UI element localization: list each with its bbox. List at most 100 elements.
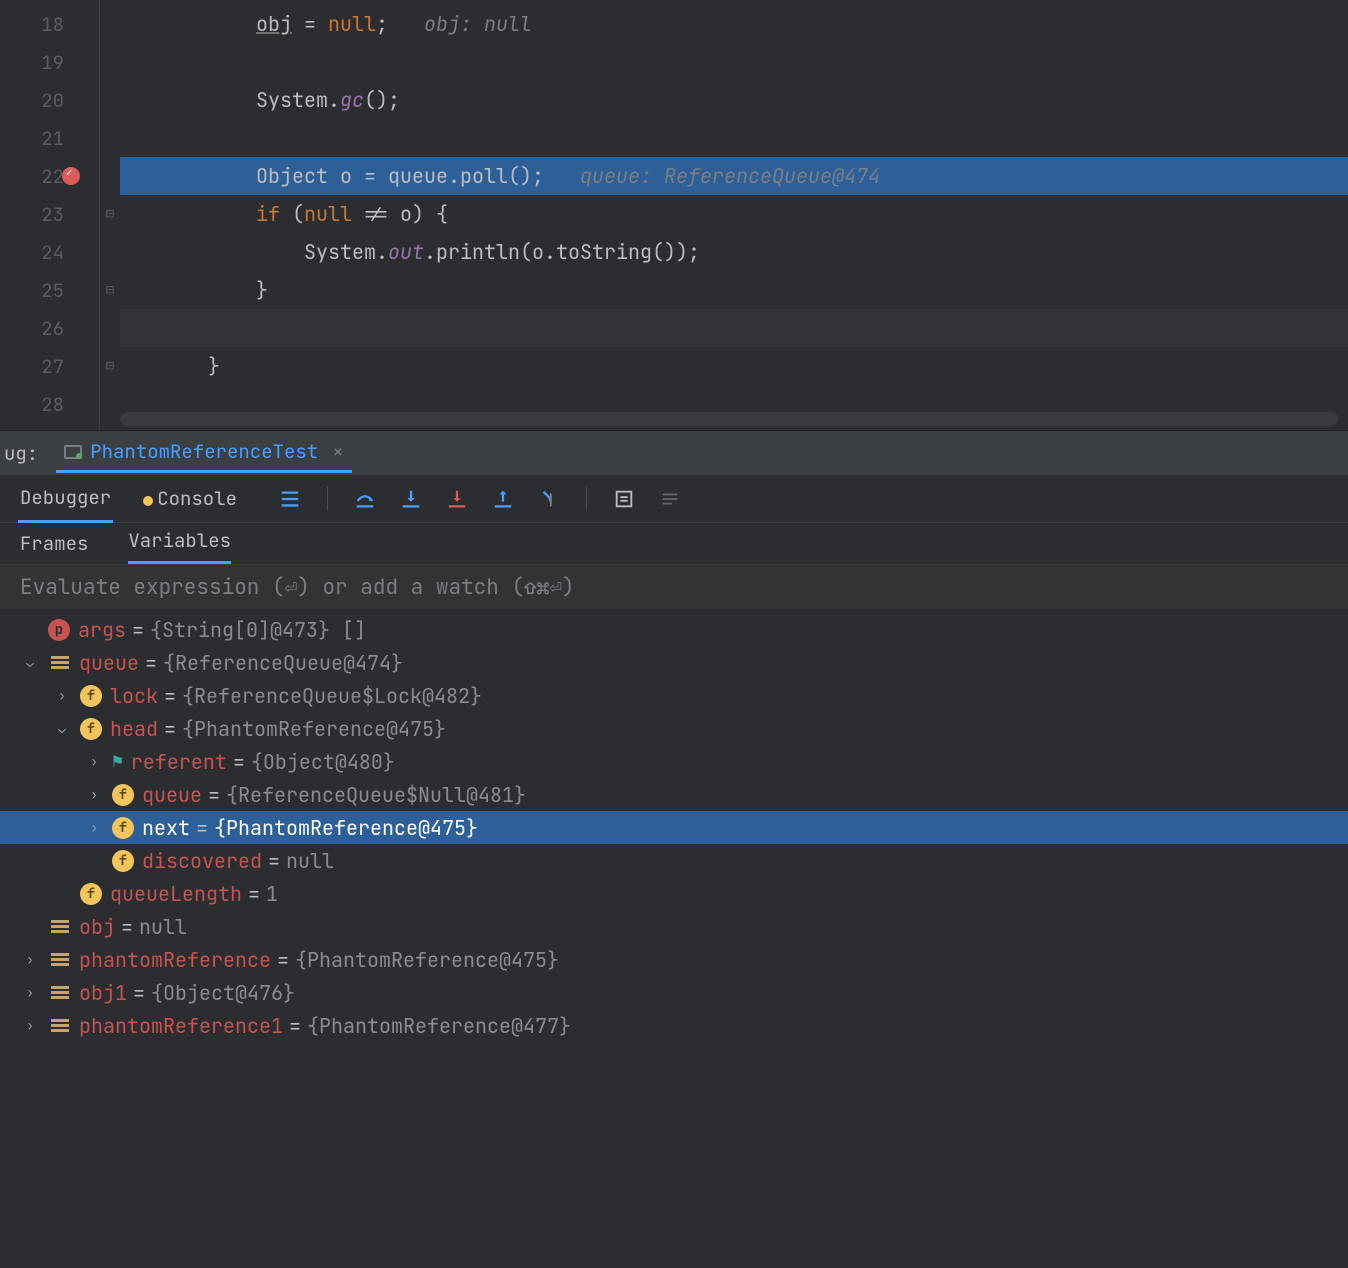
- variable-row[interactable]: ›phantomReference = {PhantomReference@47…: [0, 943, 1348, 976]
- variable-row[interactable]: ›⚑referent = {Object@480}: [0, 745, 1348, 778]
- chevron-right-icon[interactable]: ›: [20, 951, 40, 968]
- variable-name: lock: [110, 683, 158, 709]
- chevron-down-icon[interactable]: ⌄: [20, 654, 40, 671]
- code-line[interactable]: [120, 119, 1348, 157]
- threads-icon[interactable]: [275, 484, 305, 514]
- field-icon: f: [80, 685, 102, 707]
- tab-console[interactable]: Console: [141, 476, 239, 521]
- chevron-right-icon[interactable]: ›: [20, 984, 40, 1001]
- variable-name: phantomReference: [79, 947, 271, 973]
- chevron-right-icon[interactable]: ›: [84, 753, 104, 770]
- chevron-right-icon[interactable]: ›: [52, 687, 72, 704]
- variable-row[interactable]: ›flock = {ReferenceQueue$Lock@482}: [0, 679, 1348, 712]
- code-line[interactable]: Object o = queue.poll(); queue: Referenc…: [120, 157, 1348, 195]
- chevron-right-icon[interactable]: ›: [84, 819, 104, 836]
- fold-handle[interactable]: ⊟: [100, 347, 120, 385]
- variable-row[interactable]: fqueueLength = 1: [0, 877, 1348, 910]
- debug-toolbar: Debugger Console: [0, 475, 1348, 523]
- chevron-down-icon[interactable]: ⌄: [52, 720, 72, 737]
- code-line[interactable]: if (null != o) {: [120, 195, 1348, 233]
- line-number[interactable]: 22: [0, 157, 99, 195]
- code-editor[interactable]: 1819202122232425262728 ⊟ ⊟ ⊟ obj = null; o…: [0, 0, 1348, 430]
- breakpoint-icon[interactable]: [62, 167, 80, 185]
- line-number[interactable]: 24: [0, 233, 99, 271]
- variable-row[interactable]: fdiscovered = null: [0, 844, 1348, 877]
- trace-current-stream-button[interactable]: [655, 484, 685, 514]
- line-number[interactable]: 28: [0, 385, 99, 423]
- flag-icon: ⚑: [112, 750, 123, 773]
- line-number[interactable]: 23: [0, 195, 99, 233]
- variable-row[interactable]: ⌄queue = {ReferenceQueue@474}: [0, 646, 1348, 679]
- variable-name: head: [110, 716, 158, 742]
- code-line[interactable]: }: [120, 347, 1348, 385]
- object-icon: [51, 952, 69, 968]
- debug-header: ug: PhantomReferenceTest ×: [0, 431, 1348, 475]
- step-into-button[interactable]: [396, 484, 426, 514]
- variable-value: {PhantomReference@475}: [182, 716, 446, 742]
- tab-variables[interactable]: Variables: [128, 528, 231, 564]
- fold-handle[interactable]: [100, 43, 120, 81]
- close-icon[interactable]: ×: [332, 439, 343, 464]
- code-area[interactable]: obj = null; obj: null System.gc(); Objec…: [120, 0, 1348, 430]
- fold-handle[interactable]: ⊟: [100, 195, 120, 233]
- field-icon: f: [112, 817, 134, 839]
- variable-row[interactable]: obj = null: [0, 910, 1348, 943]
- object-icon: [51, 985, 69, 1001]
- fold-handle[interactable]: [100, 233, 120, 271]
- fold-handle[interactable]: [100, 157, 120, 195]
- variable-row[interactable]: ›fnext = {PhantomReference@475}: [0, 811, 1348, 844]
- variable-row[interactable]: ›fqueue = {ReferenceQueue$Null@481}: [0, 778, 1348, 811]
- code-line[interactable]: [120, 309, 1348, 347]
- variable-row[interactable]: pargs = {String[0]@473} []: [0, 613, 1348, 646]
- variables-tree[interactable]: pargs = {String[0]@473} []⌄queue = {Refe…: [0, 609, 1348, 1042]
- fold-handle[interactable]: [100, 5, 120, 43]
- parameter-icon: p: [48, 619, 70, 641]
- variable-row[interactable]: ›phantomReference1 = {PhantomReference@4…: [0, 1009, 1348, 1042]
- code-line[interactable]: obj = null; obj: null: [120, 5, 1348, 43]
- variable-name: queue: [142, 782, 202, 808]
- evaluate-expression-input[interactable]: Evaluate expression (⏎) or add a watch (…: [0, 565, 1348, 609]
- variable-row[interactable]: ⌄fhead = {PhantomReference@475}: [0, 712, 1348, 745]
- fold-handle[interactable]: [100, 385, 120, 423]
- line-number[interactable]: 26: [0, 309, 99, 347]
- code-line[interactable]: }: [120, 271, 1348, 309]
- object-icon: [51, 1018, 69, 1034]
- chevron-right-icon[interactable]: ›: [84, 786, 104, 803]
- run-config-tab[interactable]: PhantomReferenceTest ×: [56, 433, 351, 473]
- variable-value: {ReferenceQueue$Lock@482}: [182, 683, 482, 709]
- chevron-right-icon[interactable]: ›: [20, 1017, 40, 1034]
- fold-handle[interactable]: [100, 119, 120, 157]
- line-number[interactable]: 19: [0, 43, 99, 81]
- variable-value: {PhantomReference@477}: [307, 1013, 571, 1039]
- evaluate-expression-button[interactable]: [609, 484, 639, 514]
- force-step-into-button[interactable]: [442, 484, 472, 514]
- horizontal-scrollbar[interactable]: [120, 412, 1338, 426]
- fold-handle[interactable]: [100, 309, 120, 347]
- variable-value: {Object@480}: [251, 749, 395, 775]
- variable-value: {PhantomReference@475}: [214, 815, 478, 841]
- line-number[interactable]: 21: [0, 119, 99, 157]
- run-to-cursor-button[interactable]: [534, 484, 564, 514]
- variable-value: {PhantomReference@475}: [295, 947, 559, 973]
- tab-frames[interactable]: Frames: [20, 531, 88, 564]
- step-over-button[interactable]: [350, 484, 380, 514]
- variable-value: {ReferenceQueue$Null@481}: [226, 782, 526, 808]
- step-out-button[interactable]: [488, 484, 518, 514]
- line-number[interactable]: 27: [0, 347, 99, 385]
- fold-handle[interactable]: [100, 81, 120, 119]
- line-number[interactable]: 18: [0, 5, 99, 43]
- code-line[interactable]: System.gc();: [120, 81, 1348, 119]
- variable-row[interactable]: ›obj1 = {Object@476}: [0, 976, 1348, 1009]
- variable-value: null: [139, 914, 187, 940]
- code-line[interactable]: [120, 43, 1348, 81]
- line-number[interactable]: 20: [0, 81, 99, 119]
- variable-name: args: [78, 617, 126, 643]
- variable-value: 1: [266, 881, 278, 907]
- fold-handle[interactable]: ⊟: [100, 271, 120, 309]
- tab-debugger[interactable]: Debugger: [18, 475, 113, 523]
- code-line[interactable]: System.out.println(o.toString());: [120, 233, 1348, 271]
- line-number[interactable]: 25: [0, 271, 99, 309]
- variable-value: {ReferenceQueue@474}: [163, 650, 403, 676]
- variable-name: next: [142, 815, 190, 841]
- debug-panel: ug: PhantomReferenceTest × Debugger Cons…: [0, 430, 1348, 1268]
